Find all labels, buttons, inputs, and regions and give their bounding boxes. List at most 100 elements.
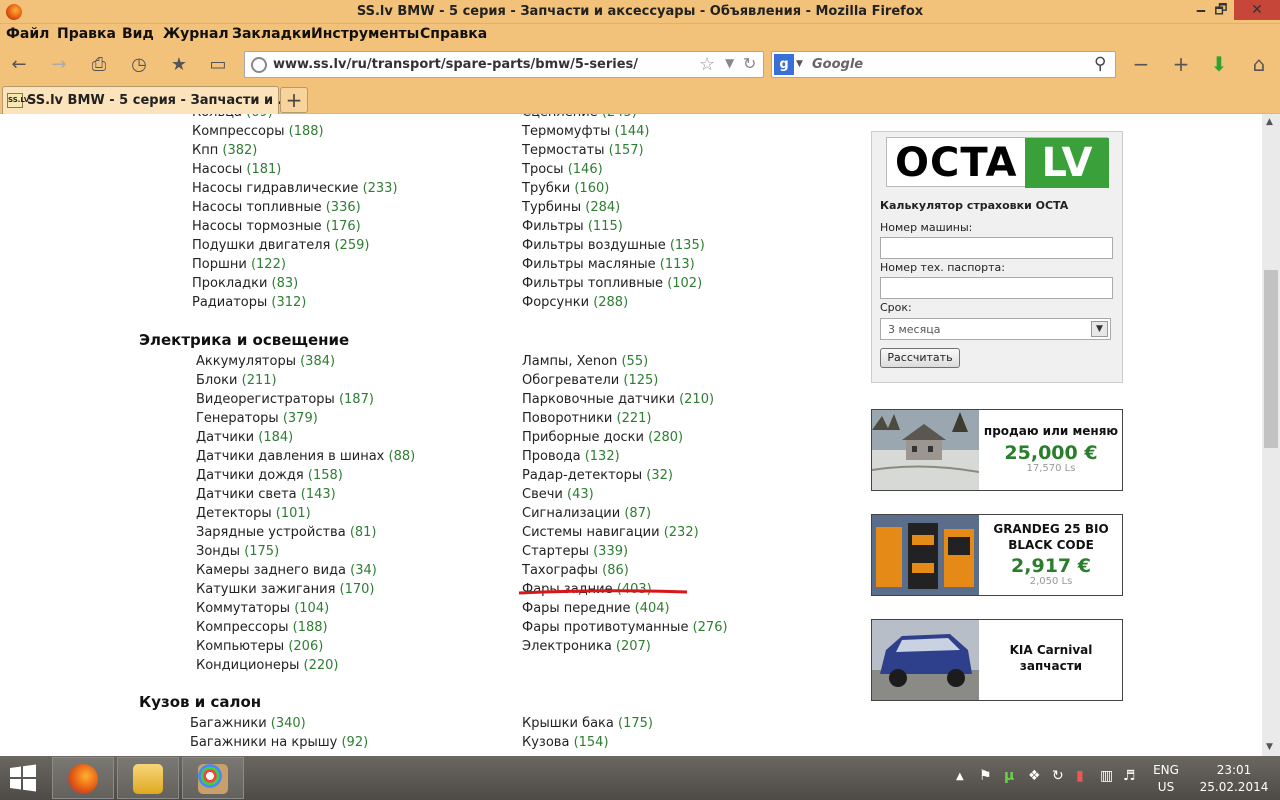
- category-link[interactable]: Обогреватели (125): [522, 373, 658, 388]
- category-link[interactable]: Поворотники (221): [522, 411, 651, 426]
- volume-icon[interactable]: ♬: [1123, 768, 1136, 784]
- category-link[interactable]: Термомуфты (144): [522, 124, 650, 139]
- taskbar-firefox[interactable]: [52, 757, 114, 799]
- category-link[interactable]: Форсунки (288): [522, 295, 628, 310]
- category-link[interactable]: Компьютеры (206): [196, 639, 323, 654]
- category-link[interactable]: Стартеры (339): [522, 544, 628, 559]
- signal-icon[interactable]: ▥: [1100, 768, 1113, 784]
- flag-icon[interactable]: ⚑: [979, 768, 992, 784]
- category-link[interactable]: Генераторы (379): [196, 411, 318, 426]
- new-tab-button[interactable]: +: [280, 87, 308, 113]
- passport-input[interactable]: [880, 277, 1113, 299]
- category-link[interactable]: Датчики дождя (158): [196, 468, 343, 483]
- category-link[interactable]: Датчики света (143): [196, 487, 336, 502]
- category-link[interactable]: Насосы тормозные (176): [192, 219, 361, 234]
- category-link[interactable]: Фары передние (404): [522, 601, 670, 616]
- menu-view[interactable]: Вид: [122, 26, 154, 42]
- taskbar-explorer[interactable]: [117, 757, 179, 799]
- category-link[interactable]: Провода (132): [522, 449, 620, 464]
- category-link[interactable]: Тахографы (86): [522, 563, 629, 578]
- category-link[interactable]: Кольца (69): [192, 114, 273, 120]
- category-link[interactable]: Зарядные устройства (81): [196, 525, 377, 540]
- search-engine-dropdown-icon[interactable]: ▼: [796, 59, 803, 69]
- category-link[interactable]: Камеры заднего вида (34): [196, 563, 377, 578]
- windows-start-icon[interactable]: [8, 764, 38, 792]
- menu-tools[interactable]: Инструменты: [311, 26, 419, 42]
- category-link[interactable]: Кпп (382): [192, 143, 257, 158]
- category-link[interactable]: Блоки (211): [196, 373, 277, 388]
- category-link[interactable]: Радар-детекторы (32): [522, 468, 673, 483]
- category-link[interactable]: Насосы (181): [192, 162, 281, 177]
- scroll-up-icon[interactable]: ▲: [1266, 117, 1273, 127]
- taskbar-paint[interactable]: [182, 757, 244, 799]
- chevron-down-icon[interactable]: ▼: [1091, 321, 1108, 337]
- category-link[interactable]: Фильтры воздушные (135): [522, 238, 705, 253]
- dropdown-icon[interactable]: ▼: [725, 56, 734, 70]
- category-link[interactable]: Подушки двигателя (259): [192, 238, 369, 253]
- category-link[interactable]: Катушки зажигания (170): [196, 582, 375, 597]
- search-engine-icon[interactable]: g: [774, 54, 794, 75]
- bookmarks-button[interactable]: ★: [166, 53, 192, 77]
- tab-active[interactable]: SS.LV SS.lv BMW - 5 серия - Запчасти и .…: [2, 86, 292, 114]
- category-link[interactable]: Фильтры топливные (102): [522, 276, 702, 291]
- car-number-input[interactable]: [880, 237, 1113, 259]
- url-bar[interactable]: www.ss.lv/ru/transport/spare-parts/bmw/5…: [244, 51, 764, 78]
- category-link[interactable]: Радиаторы (312): [192, 295, 306, 310]
- category-link[interactable]: Аккумуляторы (384): [196, 354, 335, 369]
- category-link[interactable]: Фары противотуманные (276): [522, 620, 728, 635]
- menu-bookmarks[interactable]: Закладки: [232, 26, 311, 42]
- category-link[interactable]: Багажники на крышу (92): [190, 735, 368, 750]
- category-link[interactable]: Фильтры масляные (113): [522, 257, 695, 272]
- category-link[interactable]: Насосы топливные (336): [192, 200, 361, 215]
- category-link[interactable]: Крышки бака (175): [522, 716, 653, 731]
- category-link[interactable]: Электроника (207): [522, 639, 651, 654]
- category-link[interactable]: Багажники (340): [190, 716, 306, 731]
- category-link[interactable]: Фильтры (115): [522, 219, 623, 234]
- menu-edit[interactable]: Правка: [57, 26, 116, 42]
- clock[interactable]: 23:01 25.02.2014: [1192, 762, 1276, 796]
- category-link[interactable]: Насосы гидравлические (233): [192, 181, 398, 196]
- category-link[interactable]: Кондиционеры (220): [196, 658, 339, 673]
- category-link[interactable]: Видеорегистраторы (187): [196, 392, 374, 407]
- battery-icon[interactable]: ▮: [1076, 768, 1084, 784]
- category-link[interactable]: Парковочные датчики (210): [522, 392, 714, 407]
- torrent-icon[interactable]: µ: [1004, 768, 1014, 784]
- category-link[interactable]: Зонды (175): [196, 544, 279, 559]
- zoom-in-icon[interactable]: +: [1168, 52, 1194, 76]
- category-link[interactable]: Детекторы (101): [196, 506, 311, 521]
- tray-expand-icon[interactable]: ▲: [956, 771, 964, 782]
- search-icon[interactable]: ⚲: [1094, 54, 1106, 74]
- category-link[interactable]: Системы навигации (232): [522, 525, 699, 540]
- history-button[interactable]: ◷: [126, 53, 152, 77]
- network-icon[interactable]: ❖: [1028, 768, 1041, 784]
- category-link[interactable]: Трубки (160): [522, 181, 609, 196]
- sync-icon[interactable]: ↻: [1052, 768, 1064, 784]
- category-link[interactable]: Датчики (184): [196, 430, 293, 445]
- category-link[interactable]: Сигнализации (87): [522, 506, 651, 521]
- category-link[interactable]: Лампы, Xenon (55): [522, 354, 648, 369]
- ad-kia[interactable]: KIA Carnival запчасти: [871, 619, 1123, 701]
- back-button[interactable]: ←: [6, 53, 32, 77]
- close-button[interactable]: ✕: [1234, 0, 1280, 20]
- search-bar[interactable]: g ▼ Google ⚲: [771, 51, 1116, 78]
- download-icon[interactable]: ⬇: [1206, 52, 1232, 76]
- category-link[interactable]: Кузова (154): [522, 735, 609, 750]
- category-link[interactable]: Турбины (284): [522, 200, 620, 215]
- category-link[interactable]: Тросы (146): [522, 162, 603, 177]
- reload-icon[interactable]: ↻: [743, 54, 756, 73]
- menu-history[interactable]: Журнал: [163, 26, 229, 42]
- category-link[interactable]: Компрессоры (188): [196, 620, 328, 635]
- category-link[interactable]: Коммутаторы (104): [196, 601, 329, 616]
- menu-file[interactable]: Файл: [6, 26, 49, 42]
- print-button[interactable]: ⎙: [86, 53, 112, 77]
- zoom-out-icon[interactable]: −: [1128, 52, 1154, 76]
- scroll-down-icon[interactable]: ▼: [1266, 742, 1273, 752]
- home-icon[interactable]: ⌂: [1246, 52, 1272, 76]
- category-link[interactable]: Термостаты (157): [522, 143, 644, 158]
- scroll-thumb[interactable]: [1264, 270, 1278, 448]
- calculate-button[interactable]: Рассчитать: [880, 348, 960, 368]
- ad-house[interactable]: продаю или меняю 25,000 € 17,570 Ls: [871, 409, 1123, 491]
- category-link[interactable]: Поршни (122): [192, 257, 286, 272]
- term-select[interactable]: 3 месяца ▼: [880, 318, 1111, 340]
- category-link[interactable]: Сцепление (245): [522, 114, 637, 120]
